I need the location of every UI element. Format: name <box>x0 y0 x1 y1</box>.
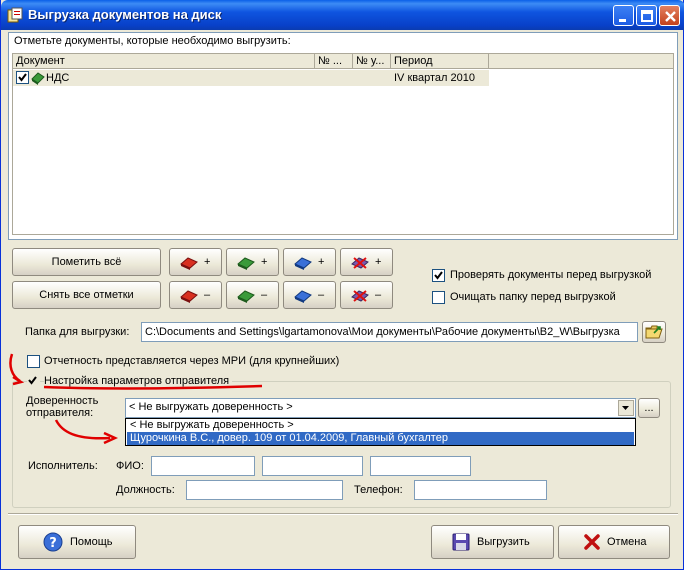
mark-green-button[interactable]: + <box>226 248 279 276</box>
document-period: IV квартал 2010 <box>394 72 475 84</box>
column-document[interactable]: Документ <box>13 54 315 69</box>
column-number[interactable]: № ... <box>315 54 353 69</box>
export-label: Выгрузить <box>477 536 530 548</box>
cancel-button[interactable]: Отмена <box>558 525 670 559</box>
maximize-button[interactable] <box>636 5 657 26</box>
proxy-select[interactable]: < Не выгружать доверенность > <box>125 398 636 418</box>
minus-label: – <box>375 289 382 301</box>
proxy-select-value: < Не выгружать доверенность > <box>129 401 293 413</box>
mark-red-button[interactable]: + <box>169 248 222 276</box>
documents-panel: Отметьте документы, которые необходимо в… <box>8 32 678 240</box>
minus-label: – <box>204 289 211 301</box>
documents-hint: Отметьте документы, которые необходимо в… <box>14 35 291 47</box>
position-field[interactable] <box>186 480 343 500</box>
column-correction-number[interactable]: № у... <box>353 54 391 69</box>
unmark-crossed-button[interactable]: – <box>340 281 393 309</box>
help-button[interactable]: ? Помощь <box>18 525 136 559</box>
unmark-red-button[interactable]: – <box>169 281 222 309</box>
red-book-icon <box>180 257 198 270</box>
fio-field-last-name[interactable] <box>151 456 255 476</box>
window-title: Выгрузка документов на диск <box>28 7 222 22</box>
fio-field-patronymic[interactable] <box>370 456 471 476</box>
minimize-button[interactable] <box>613 5 634 26</box>
clear-folder-checkbox[interactable] <box>432 291 445 304</box>
mark-all-label: Пометить всё <box>51 256 122 268</box>
unmark-all-label: Снять все отметки <box>39 289 134 301</box>
export-dialog: Выгрузка документов на диск Отметьте док… <box>0 0 684 570</box>
mark-crossed-button[interactable]: + <box>340 248 393 276</box>
proxy-option-selected[interactable]: Щурочкина В.С., довер. 109 от 01.04.2009… <box>127 432 634 445</box>
proxy-option[interactable]: < Не выгружать доверенность > <box>127 419 634 432</box>
sender-settings-label[interactable]: Настройка параметров отправителя <box>44 375 233 387</box>
crossed-book-icon <box>351 257 369 269</box>
blue-book-icon <box>294 257 312 270</box>
red-book-icon <box>180 290 198 303</box>
help-icon: ? <box>43 532 63 552</box>
svg-text:?: ? <box>49 536 57 551</box>
crossed-book-icon <box>351 290 369 302</box>
blue-book-icon <box>294 290 312 303</box>
clear-folder-label[interactable]: Очищать папку перед выгрузкой <box>450 291 616 303</box>
export-button[interactable]: Выгрузить <box>431 525 554 559</box>
document-name: НДС <box>46 72 70 84</box>
folder-label: Папка для выгрузки: <box>25 326 130 338</box>
row-checkbox[interactable] <box>16 71 29 84</box>
unmark-green-button[interactable]: – <box>226 281 279 309</box>
plus-label: + <box>204 256 211 268</box>
mri-label[interactable]: Отчетность представляется через МРИ (для… <box>44 355 339 367</box>
plus-label: + <box>318 256 325 268</box>
ellipsis-label: ... <box>644 402 654 414</box>
save-icon <box>452 533 470 551</box>
chevron-down-icon[interactable] <box>618 400 634 416</box>
column-period[interactable]: Период <box>391 54 489 69</box>
mark-all-button[interactable]: Пометить всё <box>12 248 161 276</box>
executor-label: Исполнитель: <box>28 460 98 472</box>
proxy-label: Доверенность отправителя: <box>26 395 99 419</box>
minus-label: – <box>261 289 268 301</box>
bottom-separator <box>8 513 678 515</box>
document-icon <box>31 70 45 86</box>
proxy-dropdown-list[interactable]: < Не выгружать доверенность > Щурочкина … <box>125 418 636 446</box>
proxy-ellipsis-button[interactable]: ... <box>638 398 660 418</box>
fio-field-first-name[interactable] <box>262 456 363 476</box>
plus-label: + <box>261 256 268 268</box>
position-label: Должность: <box>116 484 175 496</box>
title-bar[interactable]: Выгрузка документов на диск <box>1 0 684 30</box>
green-book-icon <box>237 290 255 303</box>
check-documents-label[interactable]: Проверять документы перед выгрузкой <box>450 269 651 281</box>
mri-checkbox[interactable] <box>27 355 40 368</box>
fio-label: ФИО: <box>116 460 144 472</box>
minus-label: – <box>318 289 325 301</box>
phone-field[interactable] <box>414 480 547 500</box>
folder-path-input[interactable]: C:\Documents and Settings\lgartamonova\М… <box>141 322 638 342</box>
unmark-all-button[interactable]: Снять все отметки <box>12 281 161 309</box>
help-label: Помощь <box>70 536 113 548</box>
unmark-blue-button[interactable]: – <box>283 281 336 309</box>
mark-blue-button[interactable]: + <box>283 248 336 276</box>
cancel-label: Отмена <box>607 536 647 548</box>
sender-settings-checkbox[interactable] <box>27 375 40 388</box>
phone-label: Телефон: <box>354 484 403 496</box>
cancel-x-icon <box>584 534 600 550</box>
green-book-icon <box>237 257 255 270</box>
app-icon <box>7 7 23 23</box>
close-button[interactable] <box>659 5 680 26</box>
browse-folder-button[interactable] <box>642 321 666 343</box>
folder-open-icon <box>645 325 663 339</box>
documents-grid[interactable]: Документ № ... № у... Период НДС IV квар… <box>12 53 674 235</box>
grid-header: Документ № ... № у... Период <box>13 54 673 69</box>
plus-label: + <box>375 256 382 268</box>
check-documents-checkbox[interactable] <box>432 269 445 282</box>
table-row[interactable]: НДС IV квартал 2010 <box>13 70 489 86</box>
